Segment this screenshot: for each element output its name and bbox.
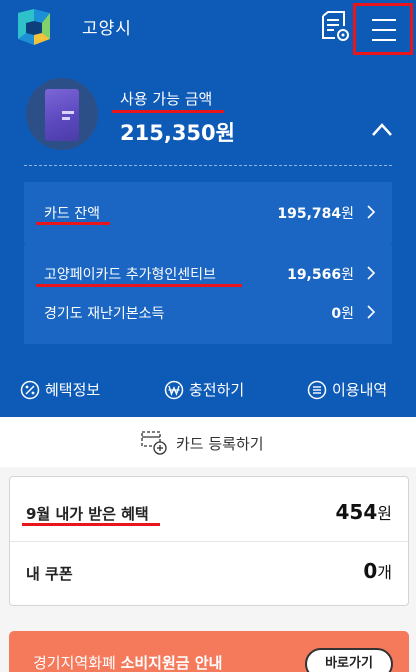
chevron-right-icon [367,305,376,319]
divider [10,541,408,542]
incentive-row[interactable]: 고양페이카드 추가형인센티브 19,566원 [24,264,392,284]
row-value: 195,784원 [277,206,354,222]
divider [24,165,392,166]
card-balance-panel: 카드 잔액 195,784원 [24,182,392,244]
row-label: 경기도 재난기본소득 [44,306,165,322]
monthly-benefit-value: 454원 [335,500,392,524]
row-value: 0원 [331,306,354,322]
chevron-right-icon [367,266,376,280]
app-header: 고양시 [0,0,416,56]
benefit-summary-box: 9월 내가 받은 혜택 454원 내 쿠폰 0개 [9,476,409,606]
highlight-underline [36,284,242,287]
disaster-income-row[interactable]: 경기도 재난기본소득 0원 [24,303,392,323]
card-image-icon [45,89,79,141]
action-label: 충전하기 [189,381,245,399]
benefit-info-button[interactable]: 혜택정보 [20,379,100,400]
city-name: 고양시 [82,19,132,39]
available-amount-label: 사용 가능 금액 [120,90,213,108]
coupon-value[interactable]: 0개 [363,559,392,583]
highlight-underline [112,110,224,113]
row-label: 카드 잔액 [44,206,100,222]
row-label: 고양페이카드 추가형인센티브 [44,267,216,283]
action-label: 혜택정보 [45,381,101,399]
account-summary: 고양시 사용 가능 금액 215,350원 카드 잔액 195,784원 고양페… [0,0,416,417]
usage-history-button[interactable]: 이용내역 [307,379,387,400]
add-card-icon [141,431,167,455]
highlight-underline [36,222,110,225]
highlight-underline [22,523,160,526]
won-icon [164,380,184,399]
chevron-up-icon[interactable] [370,120,394,138]
coupon-label: 내 쿠폰 [26,565,73,583]
promo-banner[interactable]: 경기지역화폐 소비지원금 안내 바로가기 [9,631,409,672]
action-label: 이용내역 [332,381,388,399]
percent-icon [20,380,40,399]
banner-text: 경기지역화폐 소비지원금 안내 [33,654,223,672]
register-card-button[interactable]: 카드 등록하기 [0,417,416,467]
available-amount: 215,350원 [120,121,235,145]
charge-button[interactable]: 충전하기 [164,379,244,400]
register-card-content: 카드 등록하기 [140,430,264,456]
monthly-benefit-label: 9월 내가 받은 혜택 [26,505,149,523]
register-card-label: 카드 등록하기 [176,434,264,453]
card-balance-row[interactable]: 카드 잔액 195,784원 [24,203,392,223]
card-thumbnail[interactable] [26,78,98,150]
hamburger-menu-icon[interactable] [353,3,413,55]
row-value: 19,566원 [287,267,354,283]
goyang-logo-icon [18,9,50,45]
list-icon [307,380,327,399]
action-bar: 혜택정보 충전하기 이용내역 [0,366,416,414]
document-settings-icon[interactable] [318,10,352,44]
incentive-panel: 고양페이카드 추가형인센티브 19,566원 경기도 재난기본소득 0원 [24,244,392,344]
chevron-right-icon [367,205,376,219]
go-button[interactable]: 바로가기 [305,648,393,672]
